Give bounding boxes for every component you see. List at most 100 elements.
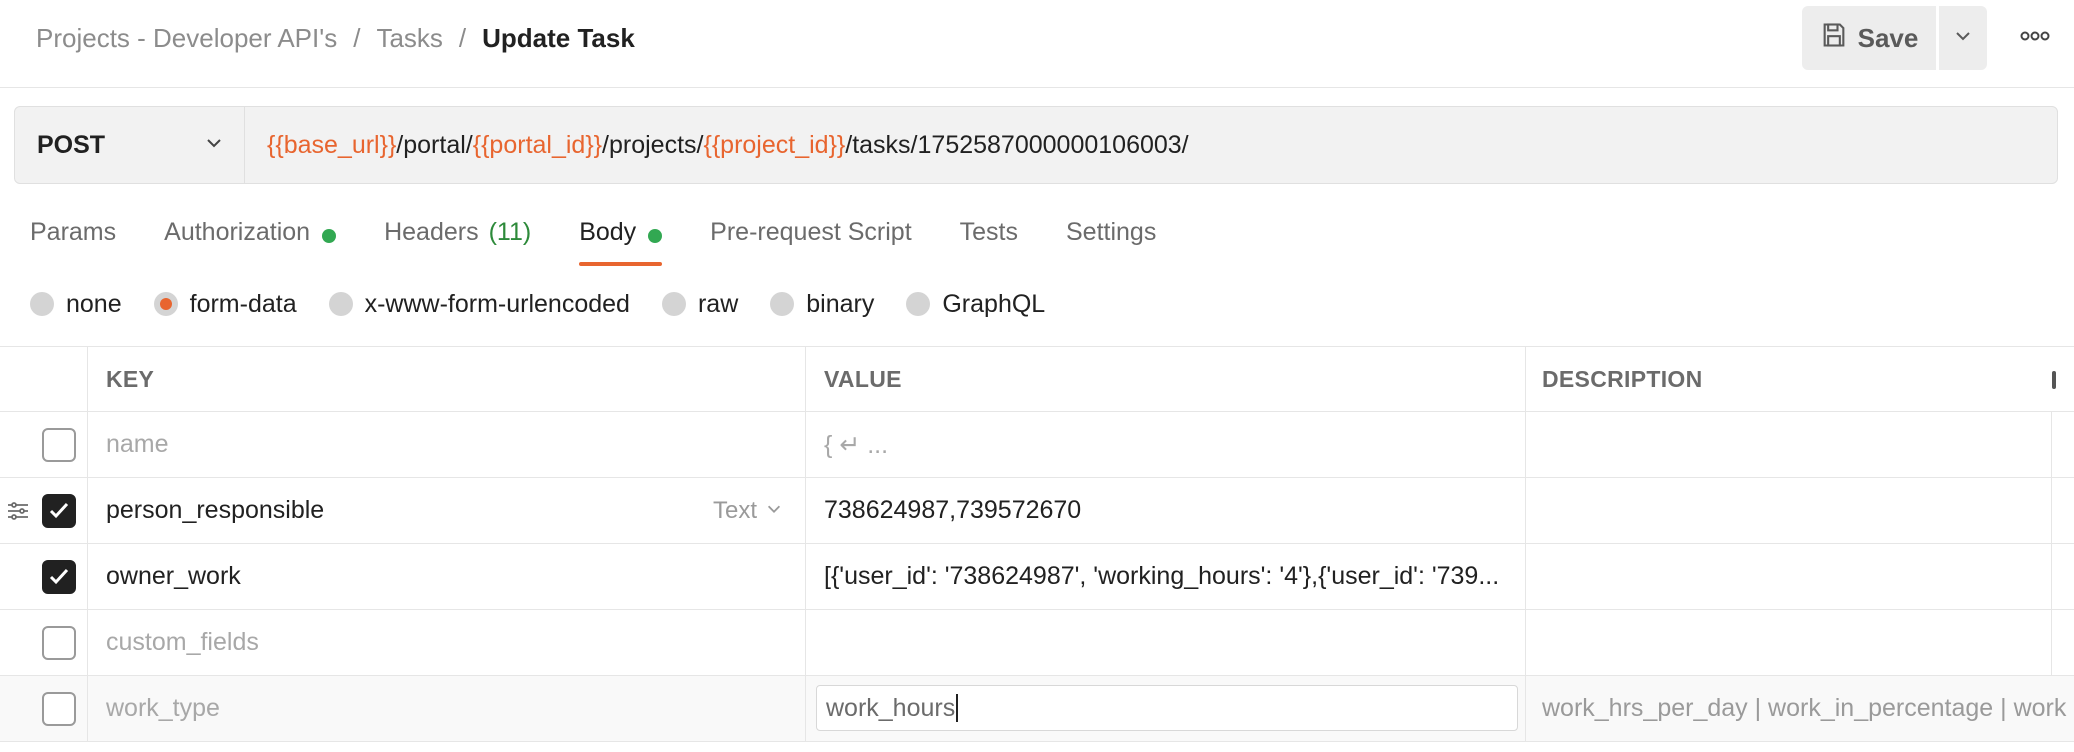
url-variable: {{project_id}}: [703, 130, 846, 159]
breadcrumb-separator: /: [458, 22, 467, 53]
save-icon: [1820, 21, 1848, 56]
key-cell[interactable]: custom_fields: [88, 610, 806, 675]
ellipsis-icon: [2020, 29, 2050, 47]
tab-label: Body: [579, 218, 637, 246]
type-label: Text: [712, 496, 757, 524]
value-input-text: work_hours: [826, 693, 956, 722]
tab-label: Tests: [959, 218, 1018, 246]
key-cell[interactable]: person_responsible Text: [88, 478, 806, 543]
body-type-none[interactable]: none: [30, 290, 122, 319]
url-variable: {{base_url}}: [267, 130, 397, 159]
value-cell[interactable]: 738624987,739572670: [806, 478, 1526, 543]
request-tabs: Params Authorization Headers (11) Body P…: [30, 212, 1204, 266]
save-group: Save: [1802, 6, 1987, 70]
headers-count: (11): [488, 218, 532, 246]
radio-button: [30, 292, 54, 316]
request-header: Projects - Developer API's / Tasks / Upd…: [0, 0, 2074, 88]
key-cell[interactable]: name: [88, 412, 806, 477]
radio-button: [906, 292, 931, 316]
tab-authorization[interactable]: Authorization: [164, 212, 337, 266]
row-checkbox[interactable]: [42, 559, 76, 594]
status-dot: [322, 229, 337, 243]
text-cursor: [956, 694, 959, 722]
tab-label: Pre-request Script: [710, 218, 912, 246]
column-resize-handle[interactable]: [2052, 371, 2056, 389]
url-variable: {{portal_id}}: [472, 130, 603, 159]
radio-label: binary: [806, 289, 875, 318]
type-select[interactable]: Text: [713, 497, 783, 525]
radio-button-selected: [153, 292, 178, 316]
body-type-form-data[interactable]: form-data: [153, 289, 297, 319]
value-input[interactable]: work_hours: [816, 685, 1518, 731]
row-checkbox[interactable]: [42, 625, 76, 660]
radio-label: form-data: [189, 289, 297, 318]
body-type-selector: none form-data x-www-form-urlencoded raw…: [30, 286, 1077, 322]
tab-body[interactable]: Body: [579, 212, 663, 266]
table-row: person_responsible Text 738624987,739572…: [0, 478, 2074, 544]
row-controls: [0, 676, 88, 741]
table-header-row: KEY VALUE DESCRIPTION: [0, 346, 2074, 412]
save-button[interactable]: Save: [1802, 6, 1936, 70]
description-cell[interactable]: [1526, 544, 2052, 609]
radio-label: raw: [697, 289, 739, 318]
body-type-urlencoded[interactable]: x-www-form-urlencoded: [328, 289, 630, 319]
description-cell[interactable]: [1526, 610, 2052, 675]
tab-tests[interactable]: Tests: [960, 212, 1018, 266]
key-cell[interactable]: owner_work: [88, 544, 806, 609]
column-header-value: VALUE: [806, 347, 1526, 411]
more-options-button[interactable]: [2010, 20, 2060, 56]
row-checkbox[interactable]: [42, 691, 76, 726]
save-label: Save: [1857, 22, 1919, 53]
breadcrumb-folder[interactable]: Tasks: [376, 23, 442, 54]
radio-label: x-www-form-urlencoded: [364, 289, 630, 318]
value-cell[interactable]: [806, 610, 1526, 675]
chevron-down-icon: [765, 497, 783, 525]
description-cell[interactable]: work_hrs_per_day | work_in_percentage | …: [1526, 676, 2074, 741]
method-label: POST: [37, 130, 106, 159]
table-row: work_type work_hours work_hrs_per_day | …: [0, 676, 2074, 742]
row-controls: [0, 544, 88, 609]
breadcrumb: Projects - Developer API's / Tasks / Upd…: [36, 20, 635, 56]
tab-pre-request-script[interactable]: Pre-request Script: [710, 212, 911, 266]
tab-params[interactable]: Params: [30, 212, 116, 266]
value-cell[interactable]: [{'user_id': '738624987', 'working_hours…: [806, 544, 1526, 609]
tab-label: Params: [30, 218, 117, 246]
radio-button: [661, 292, 686, 316]
breadcrumb-separator: /: [353, 22, 361, 53]
url-input[interactable]: {{base_url}} /portal/ {{portal_id}} /pro…: [245, 107, 2057, 183]
url-bar: POST {{base_url}} /portal/ {{portal_id}}…: [14, 106, 2058, 184]
key-cell[interactable]: work_type: [88, 676, 806, 741]
tab-label: Settings: [1066, 218, 1157, 246]
method-select[interactable]: POST: [15, 107, 245, 183]
radio-label: GraphQL: [942, 289, 1046, 318]
breadcrumb-collection[interactable]: Projects - Developer API's: [36, 23, 337, 54]
check-icon: [49, 568, 69, 584]
radio-label: none: [66, 289, 122, 318]
row-checkbox[interactable]: [42, 427, 76, 462]
description-cell[interactable]: [1526, 478, 2052, 543]
column-header-key: KEY: [88, 347, 806, 411]
description-cell[interactable]: [1526, 412, 2052, 477]
radio-button: [770, 292, 795, 316]
tab-headers[interactable]: Headers (11): [384, 212, 531, 266]
drag-handle-icon[interactable]: [6, 499, 30, 523]
url-segment: /projects/: [602, 130, 704, 159]
request-title[interactable]: Update Task: [482, 23, 635, 54]
chevron-down-icon: [1953, 26, 1973, 51]
body-type-binary[interactable]: binary: [770, 290, 874, 319]
column-header-description: DESCRIPTION: [1542, 365, 1703, 392]
check-icon: [49, 502, 69, 518]
save-options-button[interactable]: [1939, 6, 1987, 70]
body-type-raw[interactable]: raw: [661, 289, 739, 319]
chevron-down-icon: [204, 131, 224, 160]
value-cell[interactable]: { ↵ ...: [806, 412, 1526, 477]
row-controls: [0, 610, 88, 675]
value-cell: work_hours: [806, 676, 1526, 741]
url-segment: /tasks/1752587000000106003/: [845, 130, 1189, 159]
body-type-graphql[interactable]: GraphQL: [906, 290, 1045, 319]
table-header-spacer: [0, 347, 88, 411]
tab-settings[interactable]: Settings: [1066, 212, 1156, 266]
table-row: owner_work [{'user_id': '738624987', 'wo…: [0, 544, 2074, 610]
form-data-table: KEY VALUE DESCRIPTION name { ↵ ... perso…: [0, 346, 2074, 742]
row-checkbox[interactable]: [42, 493, 76, 528]
